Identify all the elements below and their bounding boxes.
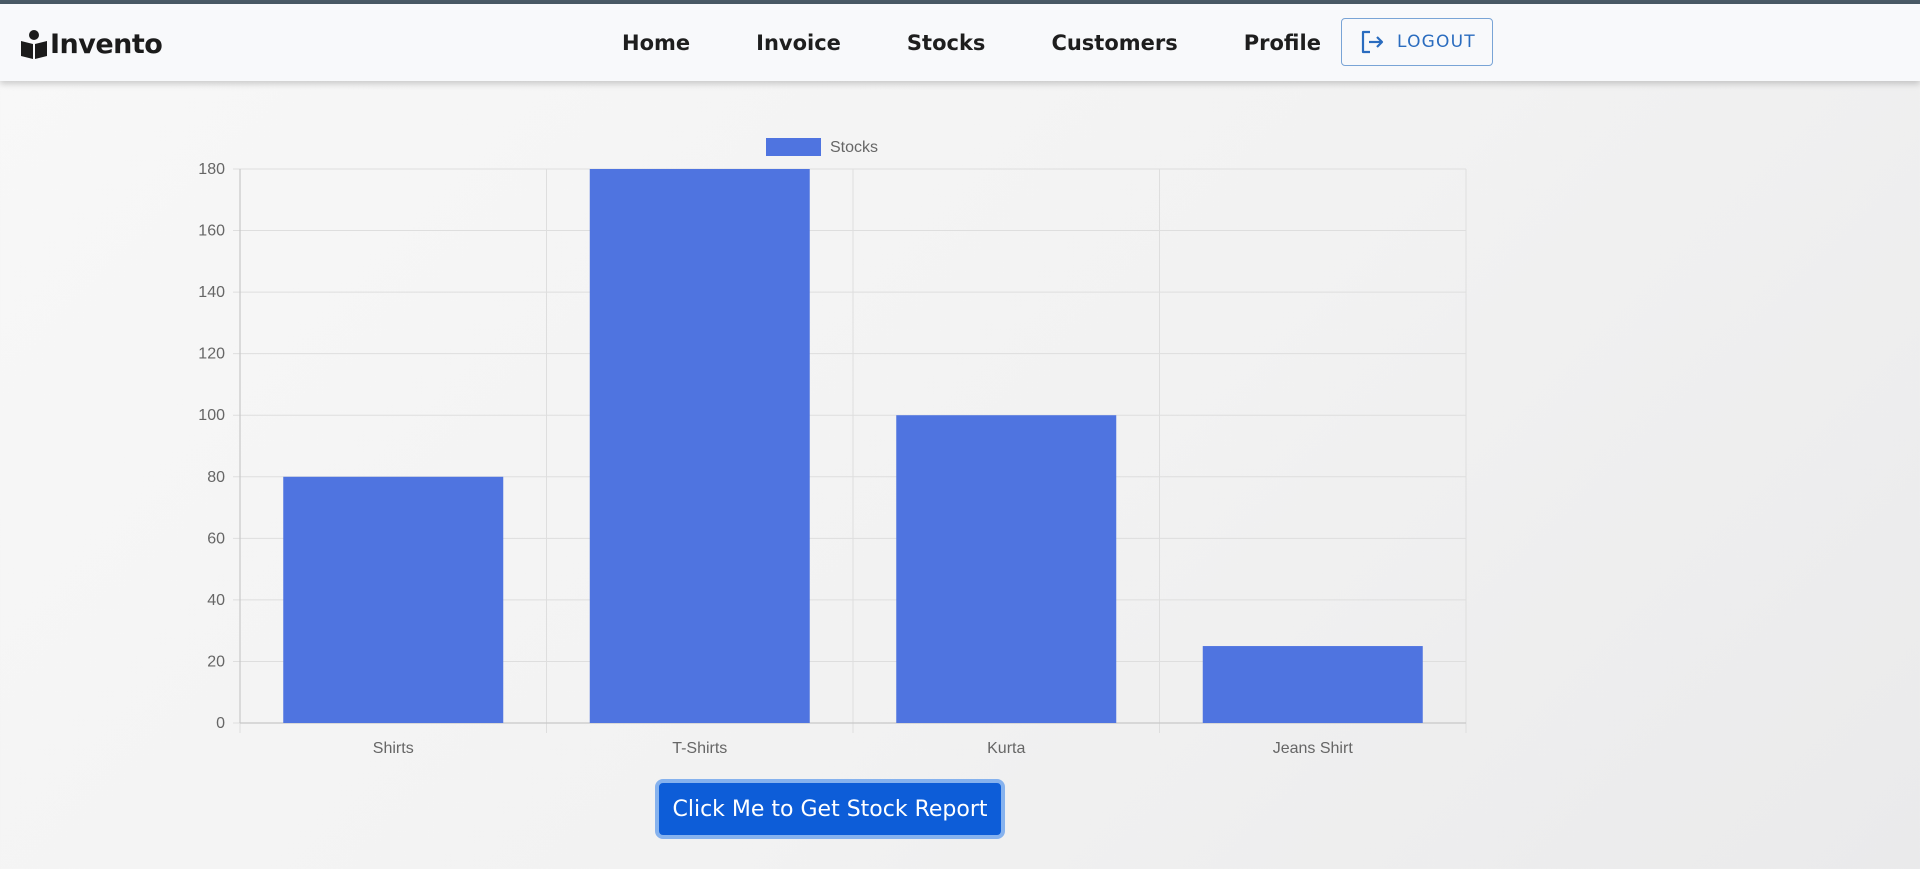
y-tick-label: 160 (198, 223, 225, 240)
y-tick-label: 20 (207, 653, 225, 670)
y-tick-label: 120 (198, 346, 225, 363)
y-tick-label: 40 (207, 592, 225, 609)
bar-shirts (283, 476, 504, 723)
x-tick-label: Jeans Shirt (1273, 740, 1354, 757)
nav-invoice[interactable]: Invoice (756, 31, 841, 55)
stock-bar-chart: 0 20 40 60 80 100 120 140 160 180 Shirts T-Shirts Ku… (198, 138, 1467, 757)
y-tick-label: 140 (198, 284, 225, 301)
bar-t-shirts (589, 169, 810, 723)
brand-name: Invento (50, 28, 163, 60)
stock-report-button[interactable]: Click Me to Get Stock Report (655, 779, 1005, 839)
nav-links: Home Invoice Stocks Customers Profile (600, 4, 1321, 81)
logout-label: LOGOUT (1397, 32, 1476, 52)
nav-home[interactable]: Home (622, 31, 690, 55)
book-reader-icon (21, 30, 47, 59)
y-tick-label: 100 (198, 407, 225, 424)
stock-chart: 0 20 40 60 80 100 120 140 160 180 Shirts T-Shirts Ku… (0, 0, 1920, 869)
nav-profile[interactable]: Profile (1244, 31, 1321, 55)
sign-out-icon (1361, 30, 1384, 54)
bar-jeans-shirt (1202, 646, 1423, 723)
brand[interactable]: Invento (20, 24, 163, 64)
x-tick-label: T-Shirts (672, 740, 727, 757)
x-tick-label: Shirts (373, 740, 414, 757)
y-tick-label: 60 (207, 530, 225, 547)
y-tick-label: 180 (198, 161, 225, 178)
legend-swatch (766, 138, 821, 156)
bar-kurta (896, 415, 1117, 723)
y-tick-label: 0 (216, 715, 225, 732)
nav-stocks[interactable]: Stocks (907, 31, 986, 55)
x-tick-label: Kurta (987, 740, 1025, 757)
y-tick-label: 80 (207, 469, 225, 486)
logout-button[interactable]: LOGOUT (1341, 18, 1493, 66)
nav-customers[interactable]: Customers (1051, 31, 1177, 55)
navbar: Invento Home Invoice Stocks Customers Pr… (0, 4, 1920, 81)
legend-label: Stocks (830, 139, 878, 156)
